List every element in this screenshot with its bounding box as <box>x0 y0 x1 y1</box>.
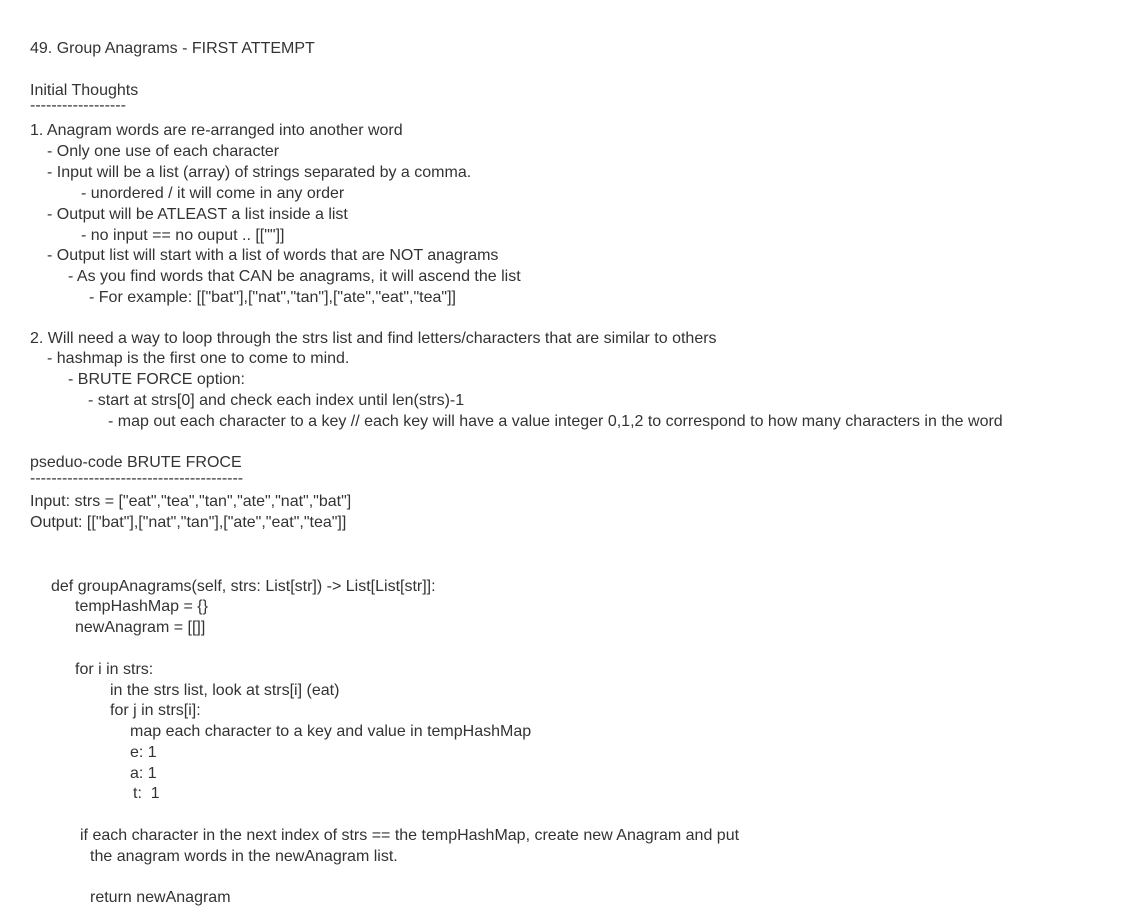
note-line: - Output will be ATLEAST a list inside a… <box>47 206 348 223</box>
note-line: 2. Will need a way to loop through the s… <box>30 330 717 347</box>
note-line: - BRUTE FORCE option: <box>68 371 245 388</box>
code-line: newAnagram = [[]] <box>75 619 206 636</box>
code-line: the anagram words in the newAnagram list… <box>90 848 398 865</box>
example-output: Output: [["bat"],["nat","tan"],["ate","e… <box>30 514 347 531</box>
code-line: for i in strs: <box>75 661 154 678</box>
code-line: for j in strs[i]: <box>110 702 201 719</box>
divider: ------------------ <box>30 97 126 114</box>
note-line: 1. Anagram words are re-arranged into an… <box>30 122 403 139</box>
code-line: in the strs list, look at strs[i] (eat) <box>110 682 340 699</box>
note-line: - As you find words that CAN be anagrams… <box>68 268 521 285</box>
note-line: - start at strs[0] and check each index … <box>88 392 465 409</box>
note-line: - no input == no ouput .. [[""]] <box>81 227 285 244</box>
note-line: - map out each character to a key // eac… <box>108 413 1003 430</box>
document-title: 49. Group Anagrams - FIRST ATTEMPT <box>30 40 315 57</box>
code-line: a: 1 <box>130 765 157 782</box>
note-line: - Input will be a list (array) of string… <box>47 164 472 181</box>
code-line: if each character in the next index of s… <box>80 827 740 844</box>
divider: ---------------------------------------- <box>30 470 244 487</box>
code-line: return newAnagram <box>90 889 231 906</box>
note-line: - hashmap is the first one to come to mi… <box>47 350 350 367</box>
note-line: - Output list will start with a list of … <box>47 247 499 264</box>
code-line: tempHashMap = {} <box>75 598 208 615</box>
code-line: t: 1 <box>133 785 160 802</box>
code-line: def groupAnagrams(self, strs: List[str])… <box>51 578 436 595</box>
note-line: - For example: [["bat"],["nat","tan"],["… <box>89 289 456 306</box>
code-line: e: 1 <box>130 744 157 761</box>
example-input: Input: strs = ["eat","tea","tan","ate","… <box>30 493 352 510</box>
note-line: - unordered / it will come in any order <box>81 185 345 202</box>
code-line: map each character to a key and value in… <box>130 723 532 740</box>
note-line: - Only one use of each character <box>47 143 280 160</box>
